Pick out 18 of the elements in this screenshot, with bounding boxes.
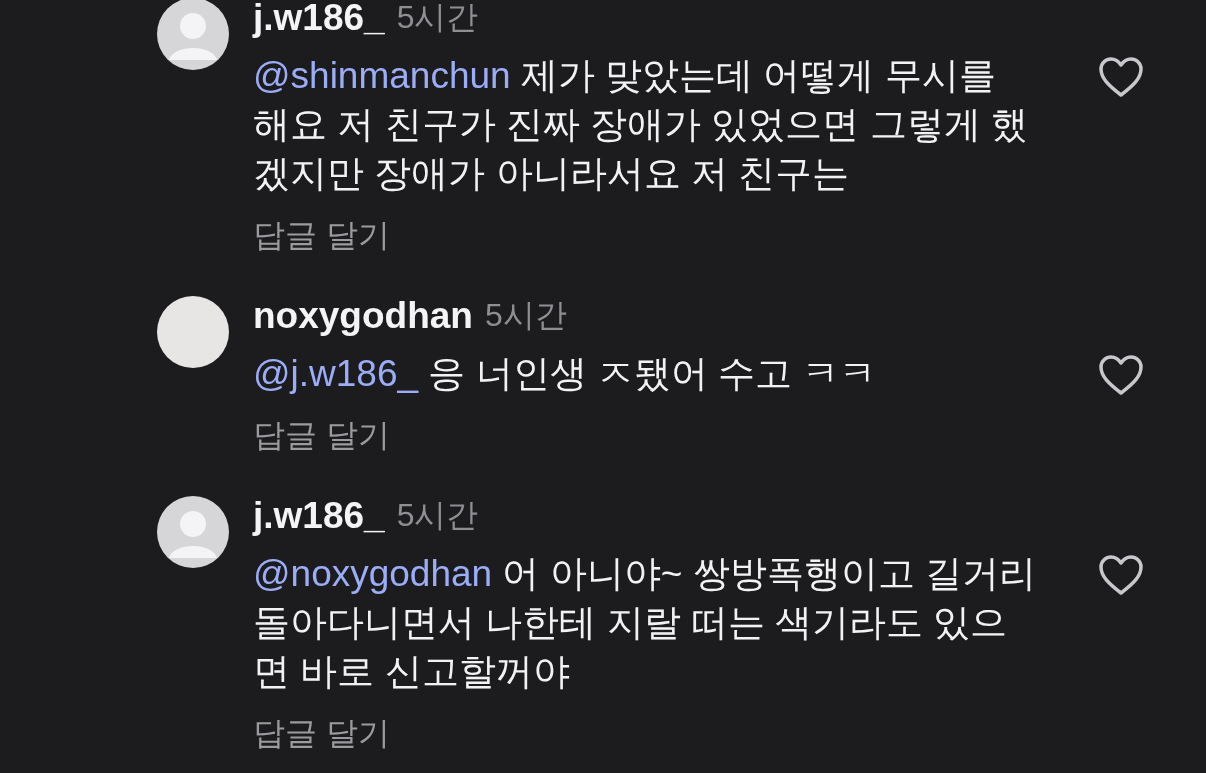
heart-icon[interactable] — [1098, 56, 1144, 98]
heart-icon[interactable] — [1098, 554, 1144, 596]
comment-time: 5시간 — [396, 0, 479, 37]
mention-link[interactable]: @j.w186_ — [253, 353, 419, 394]
comment-time: 5시간 — [484, 296, 567, 335]
reply-link[interactable]: 답글 달기 — [253, 713, 390, 753]
comment-text: @j.w186_ 응 너인생 ㅈ됐어 수고 ㅋㅋ — [253, 352, 878, 396]
mention-link[interactable]: @noxygodhan — [253, 553, 493, 594]
heart-icon[interactable] — [1098, 354, 1144, 396]
reply-link[interactable]: 답글 달기 — [253, 215, 390, 255]
comment-text: @noxygodhan 어 아니야~ 쌍방폭행이고 길거리 돌아다니면서 나한테 지랄 떠는 색기라도 있으면 바로 신고할꺼야 — [253, 552, 1037, 694]
username[interactable]: noxygodhan — [253, 295, 473, 337]
username[interactable]: j.w186_ — [253, 495, 385, 537]
mention-link[interactable]: @shinmanchun — [253, 55, 511, 96]
reply-link[interactable]: 답글 달기 — [253, 415, 390, 455]
comment-text: @shinmanchun 제가 맞았는데 어떻게 무시를 해요 저 친구가 진짜 장애가 있었으면 그렇게 했겠지만 장애가 아니라서요 저 친구는 — [253, 54, 1029, 196]
username[interactable]: j.w186_ — [253, 0, 385, 39]
comment-time: 5시간 — [396, 496, 479, 535]
